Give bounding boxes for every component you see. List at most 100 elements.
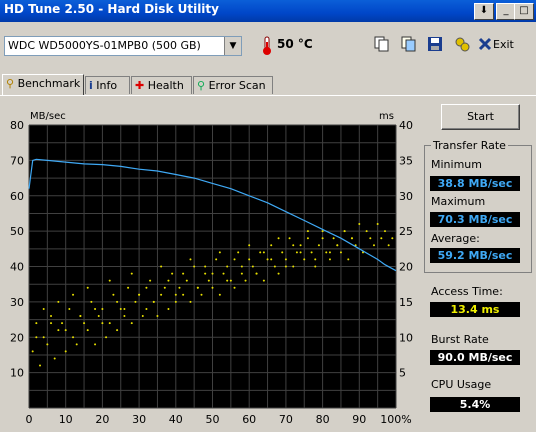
y-tick-left: 60	[10, 190, 24, 203]
access-time-point	[182, 272, 185, 275]
access-time-point	[328, 258, 331, 261]
benchmark-chart-area: MB/sec ms 10 20 30 40 50 60 70 80 5 10 15 20 25 30 35 40 0…	[0, 96, 420, 429]
access-time-point	[380, 237, 383, 240]
x-tick: 20	[95, 413, 109, 426]
access-time-point	[248, 244, 251, 247]
access-time-point	[328, 251, 331, 254]
y-tick-right: 25	[399, 225, 413, 238]
access-time-point	[108, 322, 111, 325]
access-time-point	[127, 286, 130, 289]
options-icon[interactable]	[453, 36, 471, 54]
copy-text-icon[interactable]	[373, 36, 391, 54]
access-time-point	[193, 265, 196, 268]
access-time-point	[200, 293, 203, 296]
access-time-point	[79, 315, 82, 318]
tab-error-scan[interactable]: ⚲ Error Scan	[193, 76, 273, 94]
access-time-point	[171, 272, 174, 275]
download-button[interactable]: ⬇	[474, 3, 494, 20]
access-time-point	[211, 272, 214, 275]
temperature-value: 50 °C	[277, 37, 313, 51]
access-time-point	[372, 244, 375, 247]
access-time-point	[358, 223, 361, 226]
access-time-point	[314, 258, 317, 261]
exit-button[interactable]: Exit	[493, 38, 514, 51]
access-time-point	[215, 258, 218, 261]
y-tick-right: 40	[399, 119, 413, 132]
transfer-rate-title: Transfer Rate	[431, 139, 508, 152]
y-tick-right: 30	[399, 190, 413, 203]
access-time-point	[303, 258, 306, 261]
chevron-down-icon[interactable]: ▼	[224, 37, 241, 55]
access-time-point	[343, 230, 346, 233]
y-tick-right: 15	[399, 296, 413, 309]
access-time-point	[64, 329, 67, 332]
minimize-button[interactable]: _	[496, 3, 516, 20]
access-time-point	[116, 300, 119, 303]
burst-rate-value: 90.0 MB/sec	[430, 350, 520, 365]
benchmark-chart: MB/sec ms 10 20 30 40 50 60 70 80 5 10 15 20 25 30 35 40 0…	[10, 111, 413, 426]
access-time-point	[145, 307, 148, 310]
access-time-point	[314, 265, 317, 268]
access-time-point	[218, 293, 221, 296]
tab-benchmark[interactable]: ⚲ Benchmark	[2, 74, 84, 96]
exit-icon[interactable]	[476, 36, 494, 54]
access-time-point	[387, 244, 390, 247]
save-icon[interactable]	[426, 36, 444, 54]
access-time-point	[233, 286, 236, 289]
access-time-point	[163, 286, 166, 289]
x-tick: 50	[206, 413, 220, 426]
x-tick: 70	[279, 413, 293, 426]
access-time-point	[123, 307, 126, 310]
access-time-point	[53, 357, 56, 360]
access-time-point	[218, 251, 221, 254]
access-time-point	[152, 300, 155, 303]
access-time-label: Access Time:	[431, 285, 503, 298]
access-time-point	[284, 258, 287, 261]
y-tick-left: 20	[10, 331, 24, 344]
access-time-point	[160, 265, 163, 268]
access-time-point	[306, 237, 309, 240]
access-time-point	[292, 244, 295, 247]
tab-health[interactable]: ✚ Health	[131, 76, 192, 94]
access-time-point	[262, 279, 265, 282]
y-tick-left: 70	[10, 154, 24, 167]
access-time-point	[130, 322, 133, 325]
access-time-point	[277, 237, 280, 240]
access-time-point	[90, 300, 93, 303]
copy-screenshot-icon[interactable]	[400, 36, 418, 54]
access-time-point	[292, 265, 295, 268]
access-time-point	[262, 251, 265, 254]
access-time-point	[229, 279, 232, 282]
access-time-point	[86, 286, 89, 289]
y-tick-left: 80	[10, 119, 24, 132]
access-time-point	[68, 307, 71, 310]
access-time-point	[119, 307, 122, 310]
access-time-point	[57, 329, 60, 332]
access-time-point	[178, 286, 181, 289]
access-time-point	[281, 251, 284, 254]
access-time-point	[299, 244, 302, 247]
access-time-point	[240, 272, 243, 275]
access-time-point	[182, 293, 185, 296]
access-time-point	[350, 237, 353, 240]
drive-select[interactable]: WDC WD5000YS-01MPB0 (500 GB) ▼	[4, 36, 242, 56]
minimum-label: Minimum	[431, 158, 482, 171]
health-cross-icon: ✚	[135, 79, 145, 92]
tab-bar: ⚲ Benchmark i Info ✚ Health ⚲ Error Scan	[0, 74, 536, 96]
access-time-point	[101, 322, 104, 325]
access-time-point	[273, 265, 276, 268]
access-time-point	[112, 293, 115, 296]
left-axis-label: MB/sec	[30, 111, 66, 122]
access-time-point	[288, 237, 291, 240]
tab-info[interactable]: i Info	[85, 76, 130, 94]
access-time-point	[174, 293, 177, 296]
access-time-point	[35, 322, 38, 325]
maximize-button[interactable]: □	[514, 3, 534, 20]
magnifier-icon: ⚲	[197, 79, 206, 92]
start-button[interactable]: Start	[441, 104, 520, 130]
info-icon: i	[89, 79, 93, 92]
average-label: Average:	[431, 232, 480, 245]
access-time-point	[189, 300, 192, 303]
x-tick: 10	[59, 413, 73, 426]
y-tick-left: 40	[10, 261, 24, 274]
